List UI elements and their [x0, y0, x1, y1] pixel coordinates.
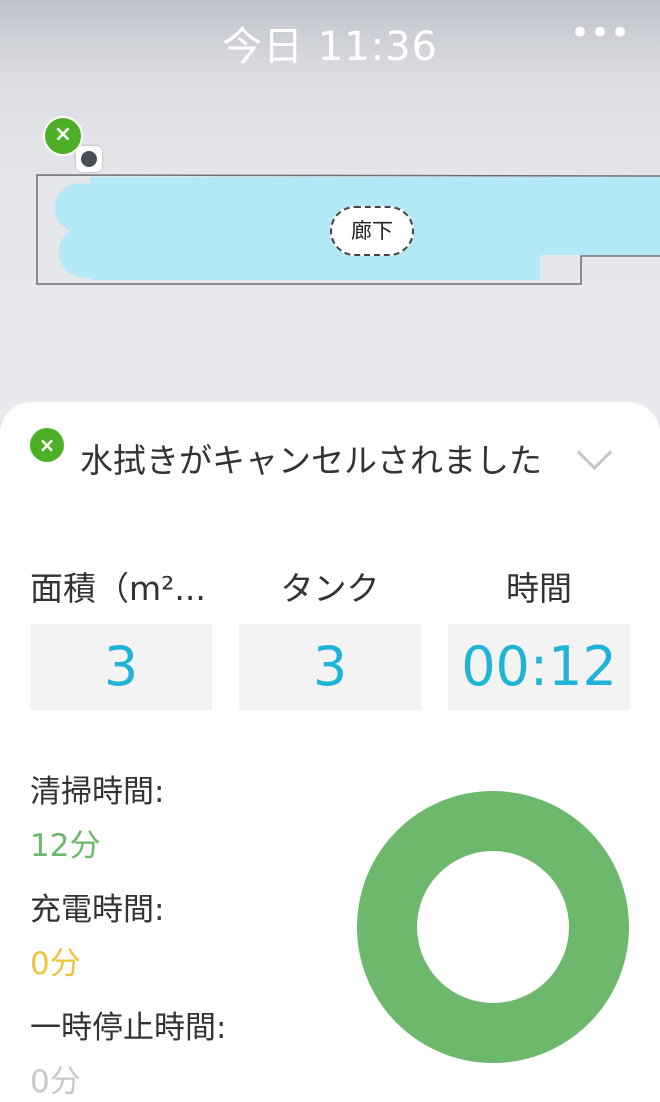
area-value: 3: [30, 624, 212, 710]
page-title: 今日 11:36: [222, 24, 438, 70]
chevron-down-icon[interactable]: [576, 434, 613, 471]
cleaning-time-value: 12分: [30, 828, 101, 864]
cleaning-time-label: 清掃時間:: [30, 774, 165, 810]
room-label[interactable]: 廊下: [330, 206, 414, 256]
pause-time-value: 0分: [30, 1064, 81, 1100]
tank-label: タンク: [280, 569, 380, 608]
charging-time-value: 0分: [30, 946, 81, 982]
tank-value: 3: [239, 624, 421, 710]
map-view[interactable]: 今日 11:36 ••• × 廊下: [0, 0, 660, 420]
area-label: 面積（m²...: [30, 569, 206, 608]
time-label: 時間: [506, 569, 572, 608]
more-dots-icon[interactable]: •••: [570, 8, 630, 58]
cancel-circle-icon: ×: [30, 428, 64, 462]
duration-value: 00:12: [448, 624, 630, 710]
cleaning-report-sheet: × 水拭きがキャンセルされました 面積（m²... タンク 時間 3 3 00:…: [0, 402, 660, 1102]
time-donut-chart: [357, 791, 629, 1063]
pause-time-label: 一時停止時間:: [30, 1010, 227, 1046]
charging-dock-icon: [76, 146, 102, 172]
charging-time-label: 充電時間:: [30, 892, 165, 928]
status-row[interactable]: × 水拭きがキャンセルされました: [30, 426, 630, 486]
status-text: 水拭きがキャンセルされました: [80, 441, 542, 480]
dock-dot: [81, 151, 97, 167]
donut-segment-0: [357, 791, 629, 1063]
